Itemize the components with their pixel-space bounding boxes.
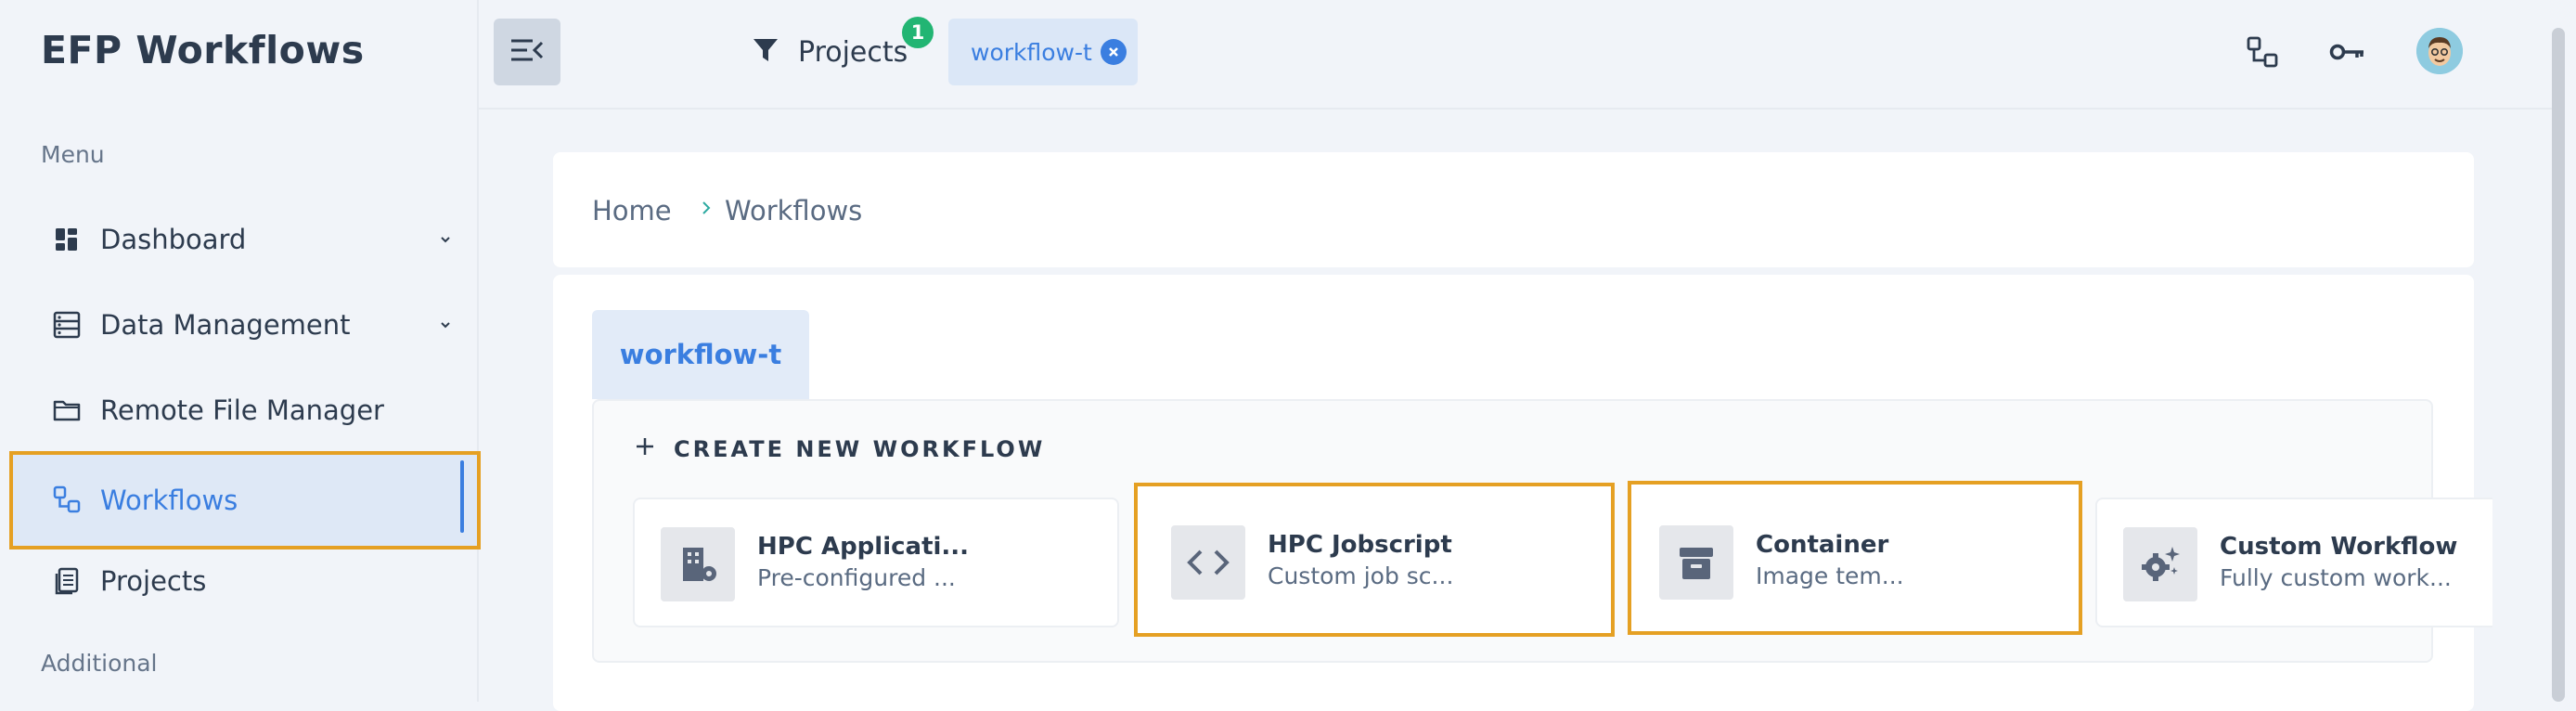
sidebar: EFP Workflows Menu Dashboard Data Manage… (0, 0, 481, 702)
sidebar-item-label: Remote File Manager (100, 394, 384, 426)
folder-icon (48, 392, 85, 429)
sidebar-item-projects[interactable]: Projects (9, 536, 481, 626)
workflow-card-title: Custom Workflow (2220, 533, 2458, 561)
sidebar-item-remote-file-manager[interactable]: Remote File Manager (9, 366, 481, 455)
chevron-right-icon (700, 199, 713, 221)
workflow-icon (48, 481, 85, 518)
workflow-card-description: Image tem... (1756, 562, 1904, 589)
project-filter[interactable]: Projects 1 (752, 17, 934, 72)
workflow-card-title: Container (1756, 531, 1889, 559)
workflow-card-description: Custom job sc... (1268, 562, 1454, 589)
sidebar-item-dashboard[interactable]: Dashboard (9, 195, 481, 284)
sidebar-item-label: Projects (100, 565, 207, 597)
sidebar-item-label: Dashboard (100, 224, 247, 255)
filter-count-badge: 1 (902, 17, 934, 48)
menu-collapse-icon (509, 35, 546, 69)
chevron-down-icon (429, 223, 462, 256)
close-icon[interactable] (1101, 39, 1127, 65)
breadcrumb-home-link[interactable]: Home (592, 195, 672, 226)
workflow-content-card: workflow-t CREATE NEW WORKFLOW HPC Appli… (553, 275, 2492, 711)
workflow-icon[interactable] (2240, 30, 2285, 74)
sidebar-item-label: Workflows (100, 485, 238, 516)
chip-label: workflow-t (971, 38, 1092, 66)
workflow-type-card-container[interactable]: Container Image tem... (1628, 481, 2082, 635)
clipboard-icon (48, 562, 85, 600)
workflow-type-card-hpc-jobscript[interactable]: HPC Jobscript Custom job sc... (1134, 483, 1615, 637)
filter-label: Projects (798, 35, 908, 69)
code-icon (1171, 525, 1245, 600)
create-new-workflow-heading[interactable]: CREATE NEW WORKFLOW (635, 436, 1045, 462)
filter-icon (752, 36, 779, 68)
gears-icon (2123, 527, 2197, 601)
header-divider (479, 108, 2557, 110)
building-gear-icon (661, 527, 735, 601)
breadcrumb-current: Workflows (725, 195, 863, 226)
archive-icon (1659, 525, 1733, 600)
key-icon[interactable] (2325, 30, 2370, 74)
workflow-card-title: HPC Applicati... (757, 533, 970, 561)
dashboard-icon (48, 221, 85, 258)
workflow-card-description: Pre-configured ... (757, 564, 956, 591)
tab-workflow-t[interactable]: workflow-t (592, 310, 809, 399)
sidebar-item-label: Data Management (100, 309, 351, 341)
create-heading-label: CREATE NEW WORKFLOW (674, 436, 1046, 462)
menu-section-label: Menu (41, 141, 105, 168)
app-title: EFP Workflows (41, 28, 365, 72)
sidebar-item-data-management[interactable]: Data Management (9, 280, 481, 369)
breadcrumb: Home Workflows (553, 152, 2474, 267)
chevron-down-icon (429, 308, 462, 342)
sidebar-toggle-button[interactable] (494, 19, 560, 85)
active-indicator (460, 460, 464, 533)
page-scrollbar[interactable] (2552, 28, 2565, 702)
workflow-card-title: HPC Jobscript (1268, 531, 1452, 559)
plus-icon (635, 436, 655, 462)
workflow-card-description: Fully custom work... (2220, 564, 2452, 591)
project-filter-chip[interactable]: workflow-t (948, 19, 1138, 85)
avatar[interactable] (2416, 28, 2463, 74)
create-workflow-panel: CREATE NEW WORKFLOW HPC Applicati... Pre… (592, 399, 2492, 663)
additional-section-label: Additional (41, 650, 158, 677)
workflow-type-card-hpc-application[interactable]: HPC Applicati... Pre-configured ... (633, 498, 1119, 627)
storage-icon (48, 306, 85, 343)
tab-label: workflow-t (619, 339, 782, 370)
sidebar-item-workflows[interactable]: Workflows (9, 451, 481, 549)
workflow-type-card-custom-workflow[interactable]: Custom Workflow Fully custom work... (2095, 498, 2492, 627)
